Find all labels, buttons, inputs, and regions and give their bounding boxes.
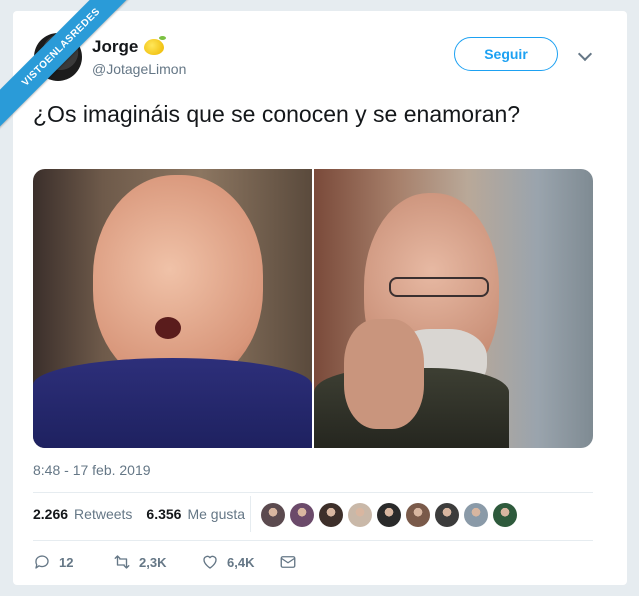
liker-avatar[interactable]	[261, 503, 285, 527]
retweet-icon	[114, 555, 130, 569]
like-count: 6,4K	[227, 554, 255, 570]
retweets-label[interactable]: Retweets	[74, 506, 132, 522]
likes-label[interactable]: Me gusta	[187, 506, 245, 522]
retweet-count: 2,3K	[139, 554, 167, 570]
tweet-media[interactable]	[33, 169, 593, 448]
divider	[33, 540, 593, 541]
tweet-timestamp[interactable]: 8:48 - 17 feb. 2019	[33, 462, 151, 478]
retweet-button[interactable]: 2,3K	[113, 553, 201, 571]
heart-icon	[203, 555, 217, 569]
like-button[interactable]: 6,4K	[201, 553, 279, 571]
retweets-count[interactable]: 2.266	[33, 506, 68, 522]
tweet-actions: 12 2,3K 6,4K	[33, 553, 297, 571]
liker-avatar[interactable]	[348, 503, 372, 527]
likes-count[interactable]: 6.356	[146, 506, 181, 522]
reply-button[interactable]: 12	[33, 553, 113, 571]
reply-count: 12	[59, 554, 74, 570]
liker-avatar[interactable]	[464, 503, 488, 527]
mail-icon	[280, 556, 296, 568]
watermark-ribbon: VISTOENLASREDES	[0, 0, 160, 160]
glasses-shape	[389, 277, 489, 297]
shirt-shape	[33, 358, 312, 448]
divider	[33, 492, 593, 493]
watermark-text: VISTOENLASREDES	[0, 0, 145, 131]
follow-button[interactable]: Seguir	[454, 37, 558, 71]
message-button[interactable]	[279, 553, 297, 571]
liker-avatar[interactable]	[290, 503, 314, 527]
reply-icon	[35, 555, 49, 569]
engagement-stats: 2.266 Retweets 6.356 Me gusta	[33, 506, 253, 522]
liker-avatar[interactable]	[319, 503, 343, 527]
chevron-down-icon[interactable]	[577, 46, 593, 62]
photo-left[interactable]	[33, 169, 312, 448]
stats-separator	[250, 496, 251, 532]
liker-avatars	[261, 503, 517, 527]
face-shape	[93, 175, 263, 385]
liker-avatar[interactable]	[377, 503, 401, 527]
photo-right[interactable]	[314, 169, 593, 448]
liker-avatar[interactable]	[435, 503, 459, 527]
liker-avatar[interactable]	[493, 503, 517, 527]
hand-shape	[344, 319, 424, 429]
liker-avatar[interactable]	[406, 503, 430, 527]
mouth-shape	[155, 317, 181, 339]
